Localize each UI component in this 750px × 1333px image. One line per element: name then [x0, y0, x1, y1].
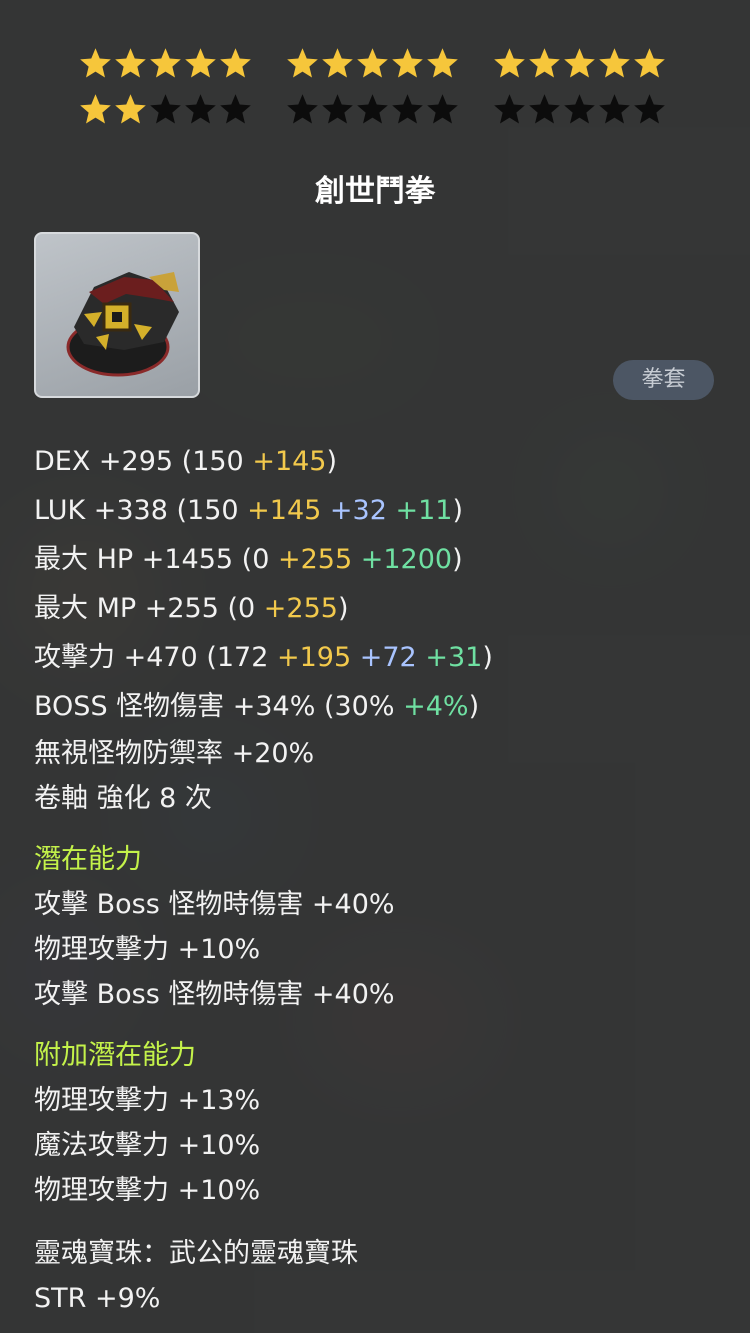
soul-stat: STR +9% — [34, 1283, 161, 1314]
item-tooltip-panel: 創世鬥拳 拳套 DEX +295 (150 +145) LUK +338 (15… — [0, 0, 750, 1333]
stat-attack: 攻擊力 +470 (172 +195 +72 +31) — [34, 642, 493, 673]
star-empty-icon — [564, 94, 595, 124]
additional-potential-line: 魔法攻擊力 +10% — [34, 1130, 261, 1161]
potential-line: 物理攻擊力 +10% — [34, 934, 261, 965]
star-filled-icon — [392, 48, 423, 78]
potential-line: 攻擊 Boss 怪物時傷害 +40% — [34, 889, 395, 920]
potential-title: 潛在能力 — [34, 844, 142, 875]
star-filled-icon — [115, 48, 146, 78]
star-filled-icon — [564, 48, 595, 78]
star-filled-icon — [80, 94, 111, 124]
star-filled-icon — [634, 48, 665, 78]
item-name: 創世鬥拳 — [315, 174, 435, 209]
stat-hp: 最大 HP +1455 (0 +255 +1200) — [34, 544, 463, 575]
additional-potential-line: 物理攻擊力 +10% — [34, 1175, 261, 1206]
star-filled-icon — [150, 48, 181, 78]
star-filled-icon — [427, 48, 458, 78]
potential-line: 攻擊 Boss 怪物時傷害 +40% — [34, 979, 395, 1010]
additional-potential-title: 附加潛在能力 — [34, 1040, 196, 1071]
soul-name: 靈魂寶珠：武公的靈魂寶珠 — [34, 1238, 358, 1269]
star-empty-icon — [287, 94, 318, 124]
star-filled-icon — [287, 48, 318, 78]
star-filled-icon — [357, 48, 388, 78]
star-empty-icon — [150, 94, 181, 124]
stat-boss-damage: BOSS 怪物傷害 +34% (30% +4%) — [34, 691, 480, 722]
item-icon-frame — [34, 232, 200, 398]
star-group — [285, 92, 460, 127]
star-group — [492, 46, 667, 81]
star-empty-icon — [599, 94, 630, 124]
star-empty-icon — [427, 94, 458, 124]
stat-scroll-upgrades: 卷軸 強化 8 次 — [34, 783, 212, 814]
star-group — [78, 92, 253, 127]
star-empty-icon — [529, 94, 560, 124]
star-filled-icon — [494, 48, 525, 78]
stat-ignore-defense: 無視怪物防禦率 +20% — [34, 738, 315, 769]
star-empty-icon — [494, 94, 525, 124]
item-stats: DEX +295 (150 +145) LUK +338 (150 +145 +… — [34, 437, 724, 1321]
star-group — [78, 46, 253, 81]
additional-potential-line: 物理攻擊力 +13% — [34, 1085, 261, 1116]
star-filled-icon — [115, 94, 146, 124]
stat-mp: 最大 MP +255 (0 +255) — [34, 593, 349, 624]
star-filled-icon — [529, 48, 560, 78]
star-empty-icon — [392, 94, 423, 124]
stat-dex: DEX +295 (150 +145) — [34, 446, 338, 477]
star-filled-icon — [80, 48, 111, 78]
star-empty-icon — [185, 94, 216, 124]
star-group — [492, 92, 667, 127]
star-filled-icon — [220, 48, 251, 78]
star-filled-icon — [322, 48, 353, 78]
star-filled-icon — [185, 48, 216, 78]
category-badge: 拳套 — [613, 360, 714, 400]
star-group — [285, 46, 460, 81]
star-empty-icon — [322, 94, 353, 124]
stat-luk: LUK +338 (150 +145 +32 +11) — [34, 495, 464, 526]
star-empty-icon — [634, 94, 665, 124]
star-empty-icon — [220, 94, 251, 124]
star-empty-icon — [357, 94, 388, 124]
star-filled-icon — [599, 48, 630, 78]
genesis-knuckle-icon — [66, 272, 179, 377]
